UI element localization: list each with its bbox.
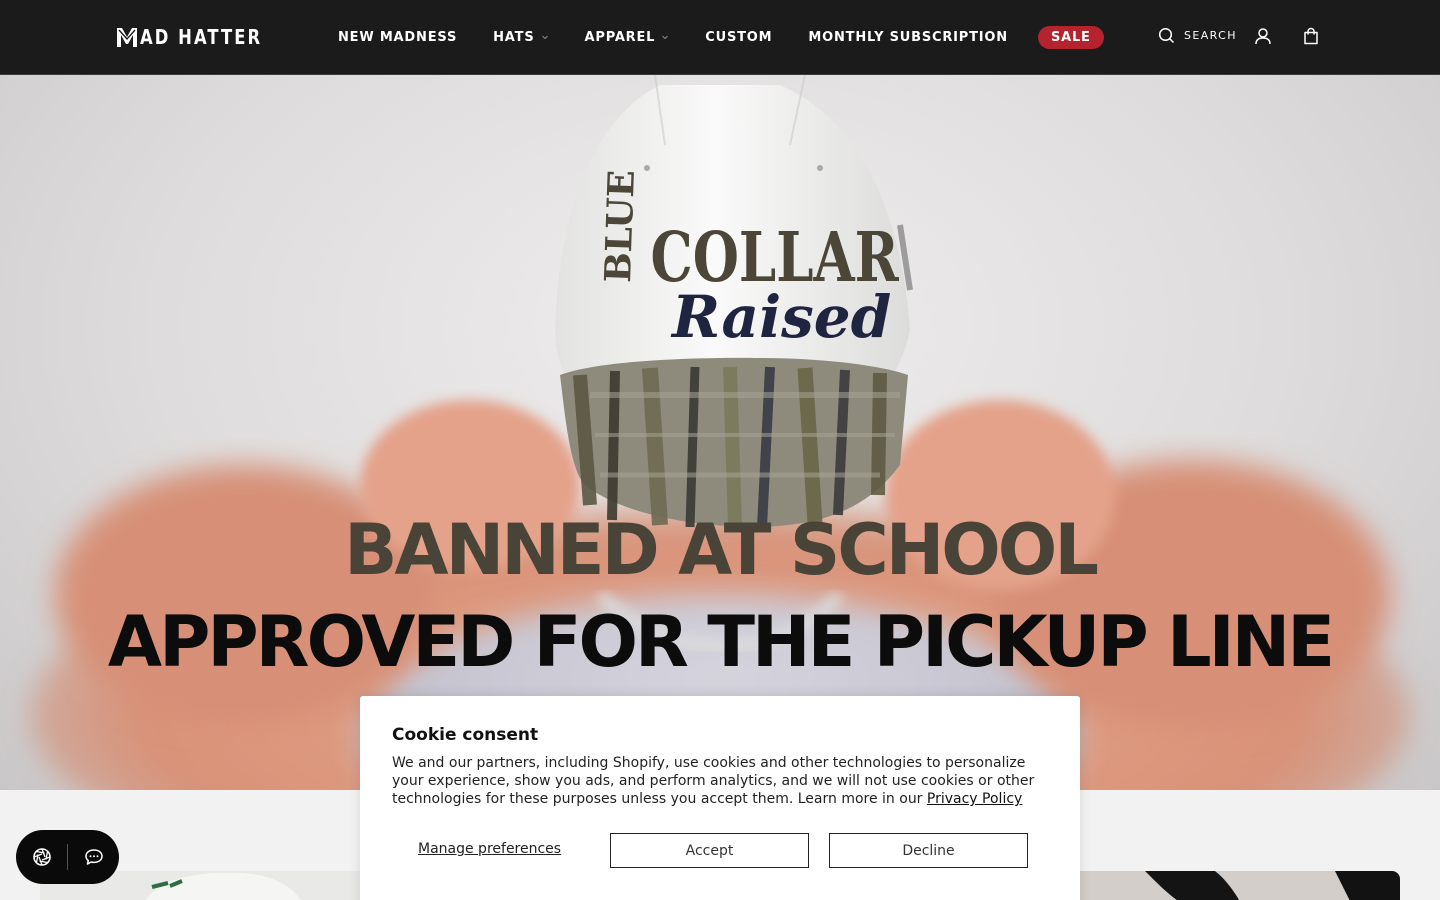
logo-text: AD HATTER xyxy=(140,25,263,49)
nav-sale-badge[interactable]: SALE xyxy=(1037,25,1104,49)
search-button[interactable]: SEARCH xyxy=(1158,27,1237,44)
decline-button[interactable]: Decline xyxy=(829,833,1028,868)
nav-apparel[interactable]: APPAREL xyxy=(585,30,670,45)
nav-label: HATS xyxy=(493,29,535,45)
collection-card-right[interactable] xyxy=(1075,871,1400,900)
accept-button[interactable]: Accept xyxy=(610,833,809,868)
chevron-down-icon xyxy=(662,35,669,40)
logo[interactable]: AD HATTER xyxy=(116,25,289,49)
privacy-policy-link[interactable]: Privacy Policy xyxy=(927,791,1022,807)
nav-custom[interactable]: CUSTOM xyxy=(705,30,772,45)
hero-banner[interactable]: BLUE COLLAR Raised BANNED AT SCHOOL APPR… xyxy=(0,75,1440,790)
hat-text-blue: BLUE xyxy=(597,169,643,283)
search-label: SEARCH xyxy=(1184,29,1237,42)
nav-monthly-subscription[interactable]: MONTHLY SUBSCRIPTION xyxy=(808,30,1008,45)
main-nav: NEW MADNESS HATS APPAREL CUSTOM MONTHLY … xyxy=(338,0,1104,74)
logo-mark-icon xyxy=(117,28,137,47)
shopping-bag-icon[interactable] xyxy=(1302,27,1320,45)
nav-label: APPAREL xyxy=(584,29,656,45)
cookie-title: Cookie consent xyxy=(392,725,539,745)
aperture-button[interactable] xyxy=(16,830,67,884)
site-header: AD HATTER NEW MADNESS HATS APPAREL CUSTO… xyxy=(0,0,1440,75)
hero-headline-line1: BANNED AT SCHOOL xyxy=(344,509,1099,591)
chevron-down-icon xyxy=(541,35,548,40)
nav-new-madness[interactable]: NEW MADNESS xyxy=(338,30,457,45)
nav-label: CUSTOM xyxy=(705,29,773,45)
chat-bubble-icon xyxy=(84,849,103,865)
manage-preferences-link[interactable]: Manage preferences xyxy=(418,841,561,857)
chat-button[interactable] xyxy=(68,830,119,884)
nav-label: NEW MADNESS xyxy=(338,29,458,45)
user-icon[interactable] xyxy=(1254,27,1272,45)
nav-hats[interactable]: HATS xyxy=(493,30,548,45)
chat-widget xyxy=(16,830,119,884)
collection-image-right xyxy=(1075,871,1400,900)
nav-label: MONTHLY SUBSCRIPTION xyxy=(808,29,1008,45)
hat-text-raised: Raised xyxy=(670,283,891,351)
hero-headline-line2: APPROVED FOR THE PICKUP LINE xyxy=(107,601,1335,683)
cookie-consent-dialog: Cookie consent We and our partners, incl… xyxy=(360,696,1080,900)
aperture-icon xyxy=(32,848,51,866)
cookie-body: We and our partners, including Shopify, … xyxy=(392,754,1042,808)
search-icon xyxy=(1158,27,1175,44)
